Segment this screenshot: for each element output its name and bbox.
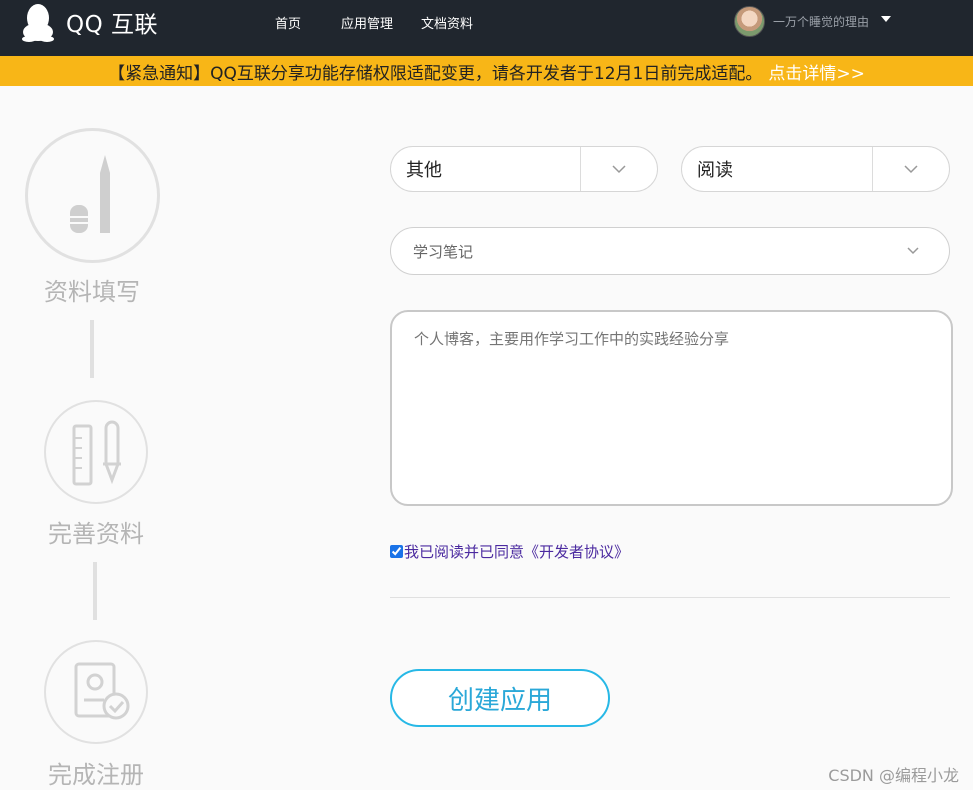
chevron-down-icon[interactable]	[907, 247, 919, 255]
watermark: CSDN @编程小龙	[828, 766, 959, 785]
user-name[interactable]: 一万个睡觉的理由	[773, 13, 869, 30]
nav-home[interactable]: 首页	[275, 13, 301, 32]
pen-icon	[70, 155, 110, 233]
nav-app-management[interactable]: 应用管理	[341, 13, 393, 32]
caret-down-icon[interactable]	[881, 16, 892, 22]
category-select-secondary[interactable]: 阅读	[681, 146, 950, 192]
create-app-button[interactable]: 创建应用	[390, 669, 610, 727]
divider	[390, 597, 950, 598]
step-1-circle	[25, 128, 160, 263]
app-description-textarea[interactable]	[390, 310, 953, 506]
notice-text: 【紧急通知】QQ互联分享功能存储权限适配变更，请各开发者于12月1日前完成适配。	[108, 63, 763, 84]
logo-text: QQ 互联	[66, 12, 159, 38]
nav-docs[interactable]: 文档资料	[421, 13, 473, 32]
top-navbar: QQ 互联 首页 应用管理 文档资料 一万个睡觉的理由	[0, 0, 973, 56]
chevron-down-icon[interactable]	[581, 164, 657, 174]
app-name-input[interactable]	[413, 242, 893, 260]
logo[interactable]: QQ 互联	[20, 0, 158, 44]
step-3-label: 完成注册	[48, 761, 144, 789]
category-secondary-value: 阅读	[697, 160, 733, 181]
agreement-link[interactable]: 我已阅读并已同意《开发者协议》	[404, 541, 629, 562]
category-select-primary[interactable]: 其他	[390, 146, 658, 192]
certificate-icon	[74, 662, 130, 720]
urgent-notice-bar: 【紧急通知】QQ互联分享功能存储权限适配变更，请各开发者于12月1日前完成适配。…	[0, 56, 973, 86]
avatar[interactable]	[734, 5, 765, 37]
user-menu[interactable]: 一万个睡觉的理由	[734, 5, 892, 37]
app-name-field[interactable]	[390, 227, 950, 275]
agreement-row[interactable]: 我已阅读并已同意《开发者协议》	[390, 541, 629, 562]
agreement-checkbox[interactable]	[390, 545, 403, 558]
step-connector	[90, 320, 94, 378]
step-1-label: 资料填写	[44, 278, 140, 306]
step-2-circle	[44, 400, 148, 504]
category-primary-value: 其他	[406, 160, 442, 181]
ruler-pencil-icon	[72, 420, 121, 486]
step-3-circle	[44, 640, 148, 744]
qq-penguin-icon	[22, 4, 54, 42]
chevron-down-icon[interactable]	[873, 164, 949, 174]
step-connector	[93, 562, 97, 620]
notice-details-link[interactable]: 点击详情>>	[768, 59, 865, 84]
step-2-label: 完善资料	[48, 520, 144, 548]
